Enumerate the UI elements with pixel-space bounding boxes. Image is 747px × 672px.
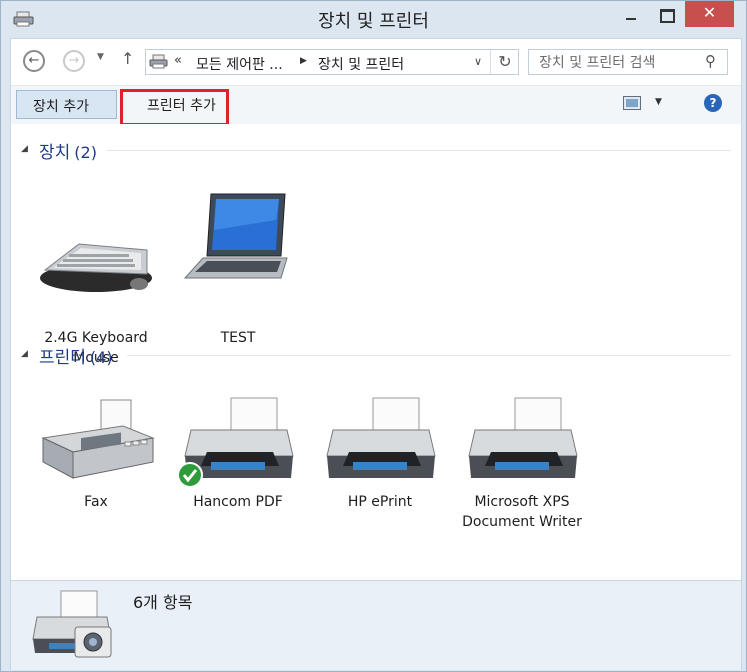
- printer-item[interactable]: Microsoft XPS Document Writer: [457, 396, 587, 536]
- laptop-icon: [183, 193, 288, 279]
- breadcrumb-overflow[interactable]: «: [174, 53, 182, 68]
- chevron-down-icon: ▼: [97, 52, 104, 62]
- refresh-icon: ↻: [498, 52, 512, 71]
- minimize-icon: [626, 18, 636, 20]
- printer-icon: [326, 397, 436, 478]
- group-title-text: 장치: [39, 143, 71, 163]
- printer-icon: [468, 397, 578, 478]
- address-dropdown-icon[interactable]: ∨: [474, 55, 482, 68]
- printer-label: Fax: [84, 494, 108, 510]
- group-count: (4): [89, 348, 113, 367]
- details-pane: 6개 항목: [11, 580, 741, 670]
- change-view-icon[interactable]: [623, 96, 641, 110]
- close-icon: ✕: [702, 3, 717, 22]
- explorer-frame: ← → ▼ ↑ « 모든 제어판 ... ▶ 장치 및 프린터 ∨ ↻ ⚲: [10, 38, 742, 670]
- address-bar[interactable]: « 모든 제어판 ... ▶ 장치 및 프린터 ∨ ↻: [145, 49, 519, 75]
- highlight-box: [120, 89, 229, 126]
- group-title: 장치 (2): [39, 138, 97, 163]
- command-bar: 장치 추가 프린터 추가 ▼ ?: [11, 85, 741, 126]
- maximize-icon: [660, 9, 675, 23]
- close-button[interactable]: ✕: [685, 1, 734, 27]
- devices-printers-icon: [32, 590, 112, 658]
- navigation-row: ← → ▼ ↑ « 모든 제어판 ... ▶ 장치 및 프린터 ∨ ↻ ⚲: [11, 39, 741, 85]
- recent-locations-button[interactable]: ▼: [97, 52, 104, 62]
- default-printer-check-icon: [177, 462, 203, 488]
- printer-item[interactable]: Fax: [31, 396, 161, 536]
- devices-content: ◢ 장치 (2) 2.4G Keyboard Mouse TEST ◢ 프린터 …: [11, 124, 741, 579]
- maximize-button[interactable]: [650, 1, 684, 31]
- back-button[interactable]: ←: [23, 50, 45, 72]
- up-arrow-icon: ↑: [121, 49, 135, 68]
- fax-icon: [41, 399, 155, 479]
- device-item[interactable]: 2.4G Keyboard Mouse: [31, 220, 161, 366]
- search-icon[interactable]: ⚲: [705, 52, 716, 70]
- devices-printers-icon: [149, 54, 168, 69]
- up-button[interactable]: ↑: [121, 49, 134, 68]
- group-title-text: 프린터: [39, 348, 86, 368]
- collapse-arrow-icon[interactable]: ◢: [21, 144, 28, 154]
- printer-label: Hancom PDF: [193, 494, 283, 510]
- forward-button[interactable]: →: [63, 50, 85, 72]
- group-title: 프린터 (4): [39, 343, 113, 368]
- group-count: (2): [74, 143, 97, 162]
- view-dropdown-icon[interactable]: ▼: [655, 97, 662, 107]
- group-divider: [107, 150, 731, 151]
- help-button[interactable]: ?: [704, 94, 722, 112]
- keyboard-icon: [40, 243, 152, 292]
- add-device-button[interactable]: 장치 추가: [16, 90, 117, 119]
- refresh-button[interactable]: ↻: [490, 50, 519, 74]
- breadcrumb-devices-printers[interactable]: 장치 및 프린터: [318, 54, 404, 74]
- minimize-button[interactable]: [614, 1, 650, 31]
- group-header-devices[interactable]: ◢ 장치 (2): [21, 138, 731, 163]
- group-header-printers[interactable]: ◢ 프린터 (4): [21, 343, 731, 368]
- printer-item[interactable]: HP ePrint: [315, 396, 445, 536]
- forward-arrow-icon: →: [68, 53, 80, 68]
- search-input[interactable]: [537, 52, 701, 74]
- back-arrow-icon: ←: [28, 53, 40, 68]
- device-item[interactable]: TEST: [173, 190, 303, 346]
- title-bar[interactable]: 장치 및 프린터 ✕: [1, 1, 746, 37]
- printer-label: Microsoft XPS Document Writer: [462, 494, 582, 530]
- printer-label: HP ePrint: [347, 494, 413, 510]
- item-count: 6개 항목: [133, 593, 193, 612]
- search-box: ⚲: [528, 49, 728, 75]
- printer-item[interactable]: Hancom PDF: [173, 396, 303, 536]
- collapse-arrow-icon[interactable]: ◢: [21, 349, 28, 359]
- group-divider: [127, 355, 731, 356]
- window: 장치 및 프린터 ✕ ← → ▼ ↑ « 모든 제어판 ... ▶ 장치 및 프…: [0, 0, 747, 672]
- breadcrumb-control-panel[interactable]: 모든 제어판 ...: [196, 54, 283, 74]
- breadcrumb-separator-icon[interactable]: ▶: [300, 56, 307, 66]
